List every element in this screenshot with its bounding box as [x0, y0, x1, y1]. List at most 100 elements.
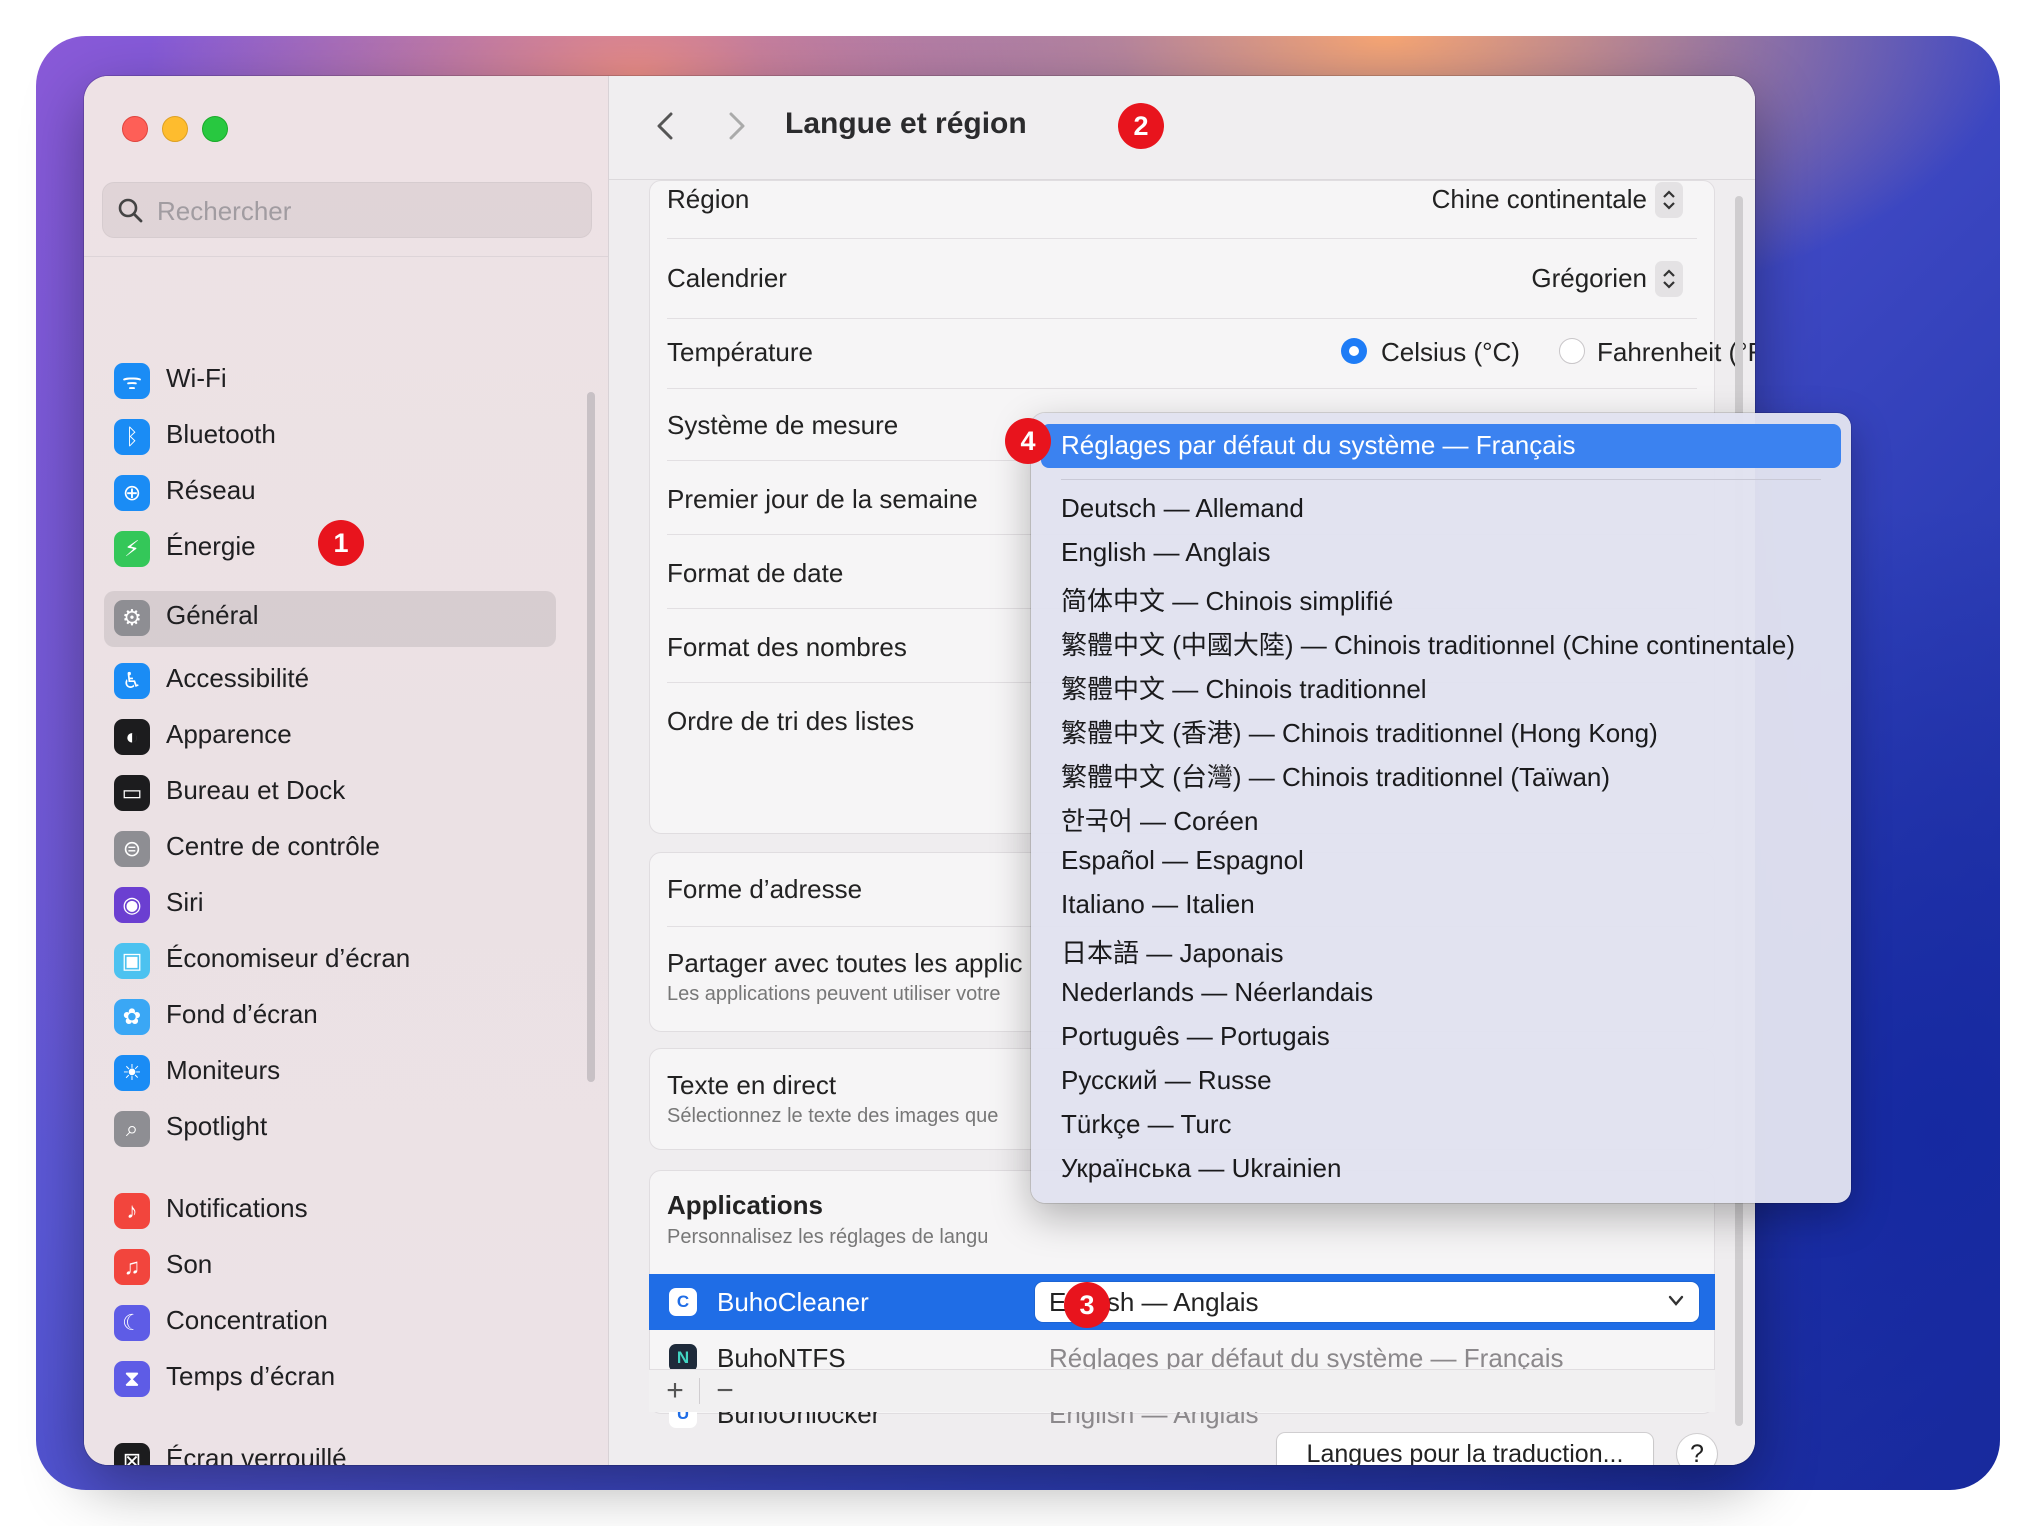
add-app-button[interactable]: +	[655, 1374, 695, 1408]
speaker-icon: ♫	[114, 1249, 150, 1285]
buhocleaner-app-icon: C	[669, 1288, 697, 1316]
row-separator	[667, 318, 1697, 319]
back-chevron-icon[interactable]	[651, 106, 681, 146]
sidebar-item-label: Accessibilité	[166, 663, 310, 693]
address-form-label: Forme d’adresse	[667, 874, 863, 904]
forward-chevron-icon[interactable]	[721, 106, 751, 146]
sidebar-item-3[interactable]: ⊕ Réseau	[104, 466, 556, 518]
app-row-buhocleaner[interactable]: C BuhoCleaner English — Anglais	[649, 1274, 1715, 1330]
flower-icon: ✿	[114, 999, 150, 1035]
sidebar-item-17[interactable]: ☾ Concentration	[104, 1296, 556, 1348]
sidebar-item-label: Wi-Fi	[166, 363, 227, 393]
bolt-icon: ⚡	[114, 531, 150, 567]
sidebar: Rechercher ᯤ Wi-Fi ᛒ Bluetooth ⊕ Réseau ⚡ Énerg…	[84, 76, 609, 1465]
region-value[interactable]: Chine continentale	[1432, 184, 1647, 215]
annotation-badge-2: 2	[1118, 103, 1164, 149]
sidebar-item-label: Général	[166, 600, 259, 630]
gear-icon: ⚙	[114, 600, 150, 636]
share-description: Les applications peuvent utiliser votre	[667, 983, 1001, 1005]
close-window-button[interactable]	[122, 116, 148, 142]
row-separator	[667, 388, 1697, 389]
chevron-down-icon	[1668, 1295, 1684, 1306]
wifi-icon: ᯤ	[114, 363, 150, 399]
search-icon	[118, 198, 143, 223]
translation-languages-button[interactable]: Langues pour la traduction...	[1277, 1433, 1653, 1465]
menu-item-language[interactable]: Русский — Russe	[1061, 1065, 1272, 1096]
sidebar-item-10[interactable]: ◉ Siri	[104, 878, 556, 930]
sidebar-item-label: Spotlight	[166, 1111, 268, 1141]
measurement-label: Système de mesure	[667, 410, 899, 440]
lock-icon: ⊠	[114, 1443, 150, 1465]
calendar-value[interactable]: Grégorien	[1531, 263, 1647, 294]
sidebar-item-label: Bureau et Dock	[166, 775, 346, 805]
menu-item-language[interactable]: Nederlands — Néerlandais	[1061, 977, 1373, 1008]
menu-item-language[interactable]: Italiano — Italien	[1061, 889, 1255, 920]
sidebar-item-16[interactable]: ♫ Son	[104, 1240, 556, 1292]
live-text-description: Sélectionnez le texte des images que	[667, 1105, 999, 1127]
menu-item-language[interactable]: Português — Portugais	[1061, 1021, 1330, 1052]
menu-item-language[interactable]: Deutsch — Allemand	[1061, 493, 1304, 524]
bluetooth-icon: ᛒ	[114, 419, 150, 455]
sidebar-item-1[interactable]: ᯤ Wi-Fi	[104, 354, 556, 406]
menu-item-language[interactable]: English — Anglais	[1061, 537, 1271, 568]
sidebar-item-12[interactable]: ✿ Fond d’écran	[104, 990, 556, 1042]
sidebar-item-label: Économiseur d’écran	[166, 943, 411, 973]
remove-app-button[interactable]: −	[705, 1374, 745, 1408]
zoom-window-button[interactable]	[202, 116, 228, 142]
sidebar-item-8[interactable]: ▭ Bureau et Dock	[104, 766, 556, 818]
sidebar-item-13[interactable]: ☀ Moniteurs	[104, 1046, 556, 1098]
sidebar-divider	[84, 256, 608, 257]
annotation-badge-3: 3	[1064, 1282, 1110, 1328]
page-title: Langue et région	[785, 107, 1027, 140]
sidebar-item-11[interactable]: ▣ Économiseur d’écran	[104, 934, 556, 986]
dock-icon: ▭	[114, 775, 150, 811]
sidebar-item-label: Écran verrouillé	[166, 1443, 347, 1465]
updown-chevron-icon	[1663, 190, 1675, 210]
language-dropdown-menu: Réglages par défaut du système — Françai…	[1031, 413, 1851, 1203]
calendar-stepper[interactable]	[1655, 261, 1683, 297]
sidebar-item-9[interactable]: ⊜ Centre de contrôle	[104, 822, 556, 874]
sidebar-item-14[interactable]: ⌕ Spotlight	[104, 1102, 556, 1154]
applications-description: Personnalisez les réglages de langu	[667, 1226, 989, 1248]
sidebar-scrollbar[interactable]	[587, 392, 595, 1082]
applications-heading: Applications	[667, 1190, 824, 1220]
sidebar-item-19[interactable]: ⊠ Écran verrouillé	[104, 1434, 556, 1465]
minimize-window-button[interactable]	[162, 116, 188, 142]
help-button[interactable]: ?	[1677, 1434, 1717, 1465]
menu-item-language[interactable]: Türkçe — Turc	[1061, 1109, 1231, 1140]
menu-item-system-default[interactable]: Réglages par défaut du système — Françai…	[1061, 430, 1575, 461]
celsius-label: Celsius (°C)	[1381, 337, 1520, 367]
hourglass-icon: ⧗	[114, 1361, 150, 1397]
toolbar: Langue et région 2	[609, 76, 1755, 180]
sidebar-item-label: Moniteurs	[166, 1055, 281, 1085]
menu-item-language[interactable]: 繁體中文 (香港) — Chinois traditionnel (Hong K…	[1061, 713, 1658, 750]
region-stepper[interactable]	[1655, 182, 1683, 218]
menu-item-language[interactable]: Español — Espagnol	[1061, 845, 1304, 876]
fahrenheit-radio[interactable]	[1559, 338, 1585, 364]
menu-item-language[interactable]: Українська — Ukrainien	[1061, 1153, 1341, 1184]
search-input[interactable]: Rechercher	[102, 182, 592, 238]
appearance-icon: ◐	[114, 719, 150, 755]
sidebar-item-6[interactable]: ♿ Accessibilité	[104, 654, 556, 706]
sidebar-item-2[interactable]: ᛒ Bluetooth	[104, 410, 556, 462]
menu-item-language[interactable]: 简体中文 — Chinois simplifié	[1061, 581, 1393, 618]
celsius-radio[interactable]	[1341, 338, 1367, 364]
sidebar-item-15[interactable]: ♪ Notifications	[104, 1184, 556, 1236]
magnifier-icon: ⌕	[114, 1111, 150, 1147]
search-placeholder: Rechercher	[157, 196, 292, 226]
sidebar-item-7[interactable]: ◐ Apparence	[104, 710, 556, 762]
sidebar-item-label: Apparence	[166, 719, 292, 749]
menu-item-language[interactable]: 繁體中文 (台灣) — Chinois traditionnel (Taïwan…	[1061, 757, 1610, 794]
menu-item-language[interactable]: 繁體中文 — Chinois traditionnel	[1061, 669, 1427, 706]
sidebar-item-5[interactable]: ⚙ Général	[104, 591, 556, 647]
sidebar-item-label: Notifications	[166, 1193, 308, 1223]
annotation-badge-4: 4	[1005, 418, 1051, 464]
bell-icon: ♪	[114, 1193, 150, 1229]
menu-item-language[interactable]: 繁體中文 (中國大陸) — Chinois traditionnel (Chin…	[1061, 625, 1795, 662]
app-language-popup[interactable]: English — Anglais	[1035, 1282, 1699, 1322]
menu-item-language[interactable]: 日本語 — Japonais	[1061, 933, 1284, 970]
sidebar-item-18[interactable]: ⧗ Temps d’écran	[104, 1352, 556, 1404]
sun-icon: ☀	[114, 1055, 150, 1091]
menu-item-language[interactable]: 한국어 — Coréen	[1061, 801, 1258, 838]
globe-icon: ⊕	[114, 475, 150, 511]
